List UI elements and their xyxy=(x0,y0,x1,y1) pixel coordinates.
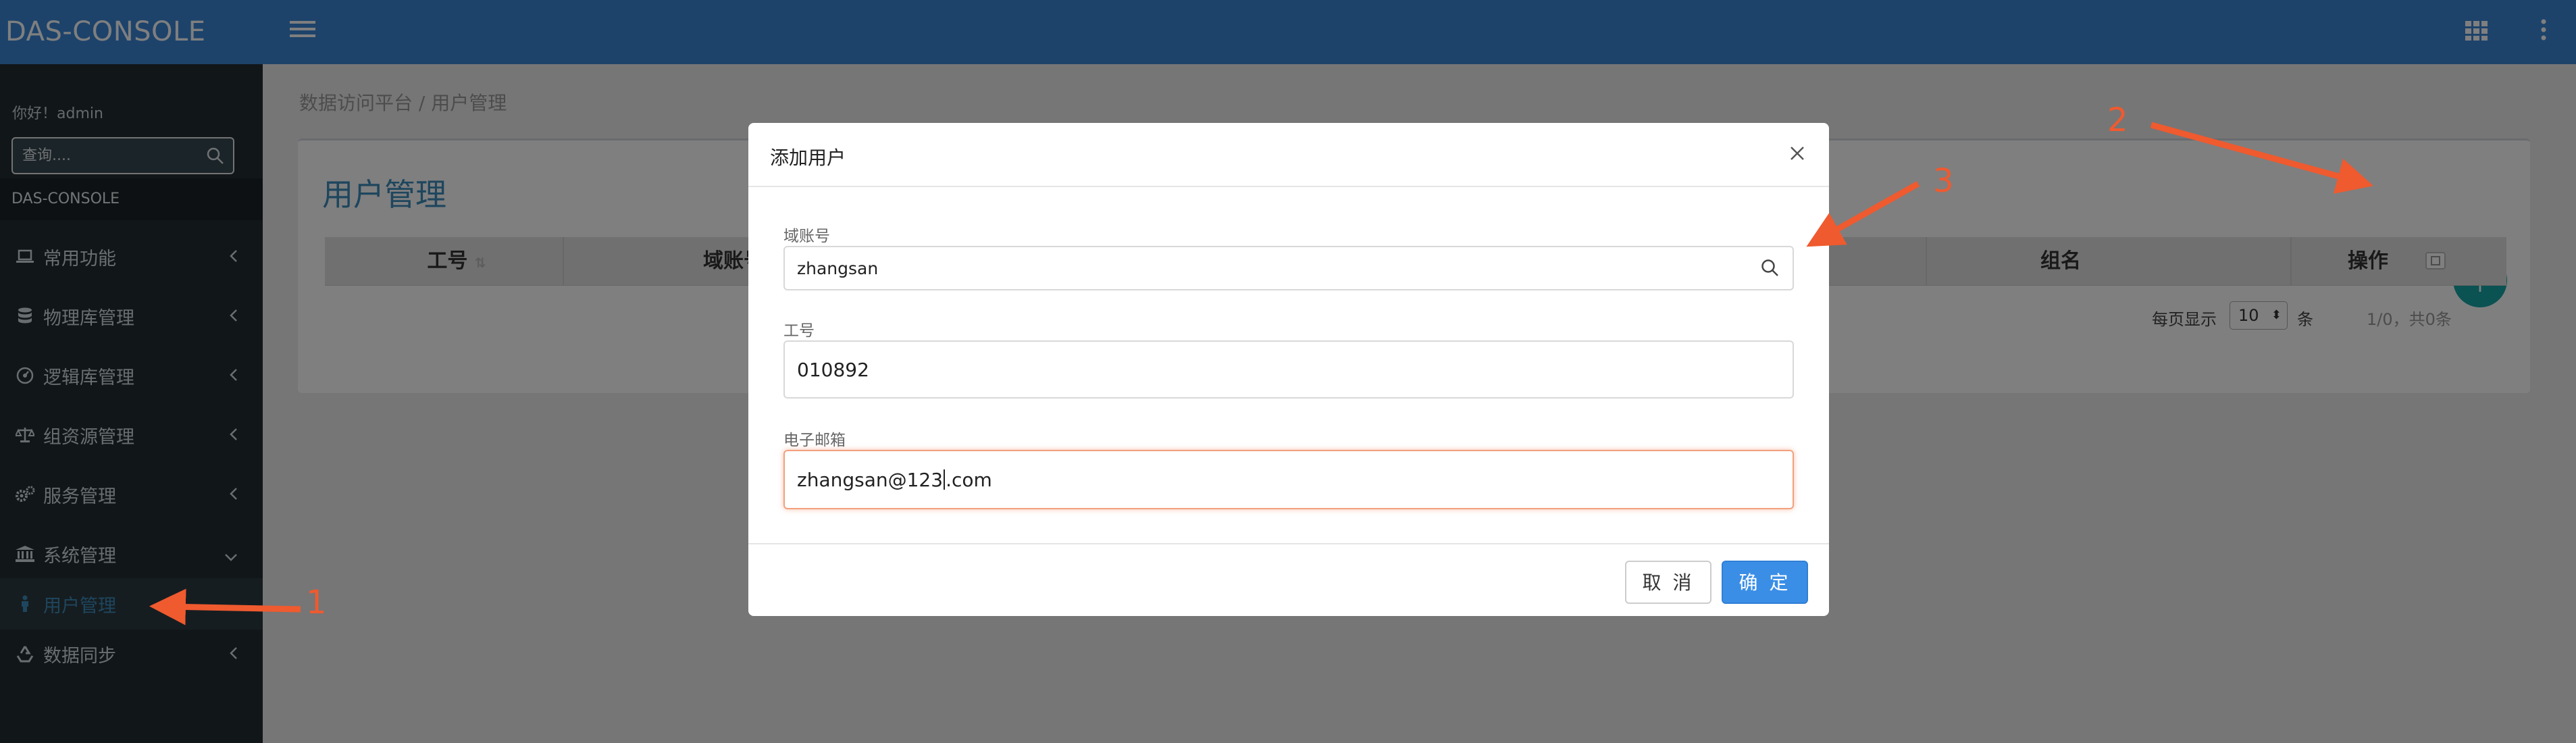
search-icon[interactable] xyxy=(1760,258,1780,282)
employee-id-label: 工号 xyxy=(783,322,815,340)
annotation-number-2: 2 xyxy=(2107,101,2128,139)
close-icon[interactable] xyxy=(1787,143,1807,166)
add-user-dialog: 添加用户 域账号 zhangsan 工号 010892 电子邮箱 zhangsa… xyxy=(748,123,1829,616)
dialog-footer: 取 消 确 定 xyxy=(748,543,1829,616)
dialog-title: 添加用户 xyxy=(770,147,846,169)
cancel-button[interactable]: 取 消 xyxy=(1625,561,1711,604)
confirm-button[interactable]: 确 定 xyxy=(1722,561,1808,604)
email-value-after-caret: .com xyxy=(946,468,992,491)
annotation-number-1: 1 xyxy=(306,584,327,621)
email-field[interactable]: zhangsan@123 .com xyxy=(783,450,1794,509)
domain-account-value: zhangsan xyxy=(797,258,879,278)
email-label: 电子邮箱 xyxy=(783,432,846,449)
dialog-header: 添加用户 xyxy=(748,123,1829,187)
domain-account-label: 域账号 xyxy=(783,228,830,245)
annotation-number-3: 3 xyxy=(1933,162,1954,200)
text-caret xyxy=(944,469,946,490)
employee-id-value: 010892 xyxy=(797,358,869,381)
email-value-before-caret: zhangsan@123 xyxy=(797,468,944,491)
employee-id-field[interactable]: 010892 xyxy=(783,340,1794,399)
domain-account-field[interactable]: zhangsan xyxy=(783,246,1794,290)
